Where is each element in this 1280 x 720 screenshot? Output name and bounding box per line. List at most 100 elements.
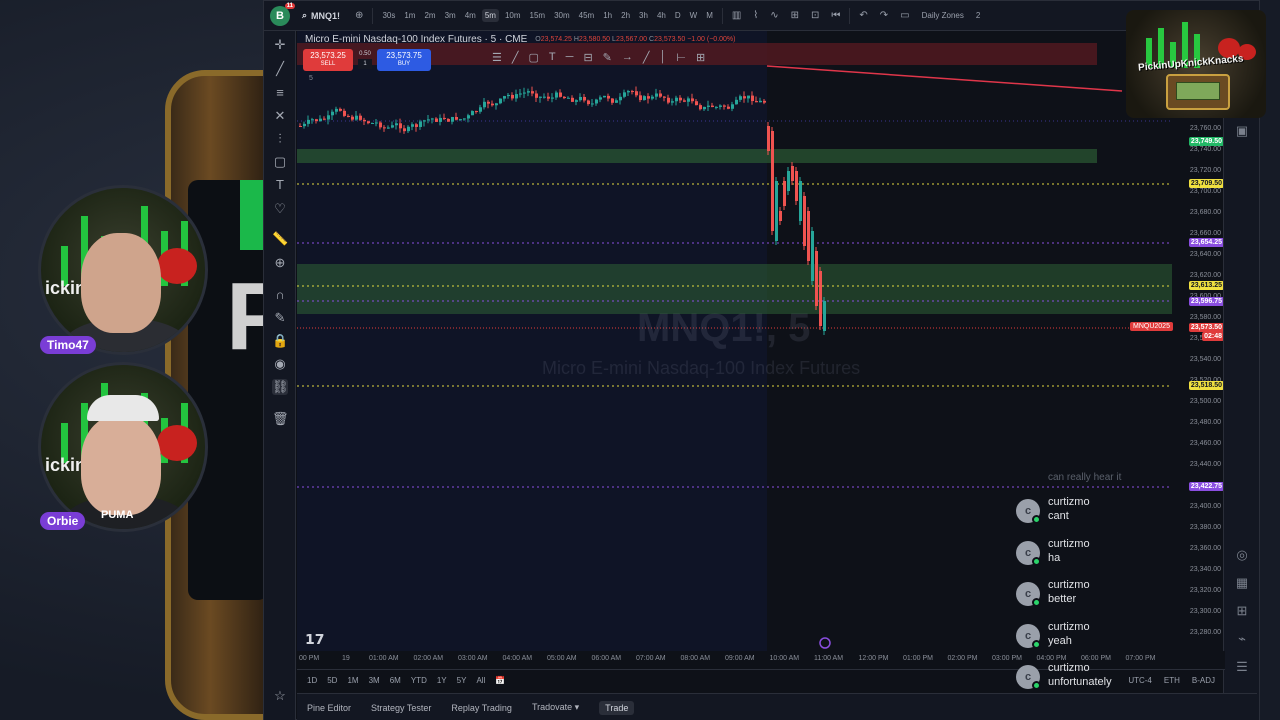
ray-icon[interactable]: →: [622, 51, 633, 64]
template-icon[interactable]: ▭: [897, 10, 912, 21]
chat-username[interactable]: curtizmo: [1048, 496, 1090, 508]
forecast-icon[interactable]: ⫶: [272, 131, 288, 147]
interval-button[interactable]: 30m: [551, 9, 573, 22]
range-button[interactable]: 3M: [369, 676, 380, 685]
watchlist-icon[interactable]: ▣: [1234, 123, 1250, 139]
layout-count-badge[interactable]: 2: [973, 9, 983, 22]
interval-button[interactable]: 5m: [481, 9, 499, 22]
range-button[interactable]: 1Y: [437, 676, 447, 685]
price-axis[interactable]: 23,760.00 23,740.00 23,720.00 23,700.00 23,6…: [1177, 31, 1225, 651]
range-button[interactable]: 1D: [307, 676, 317, 685]
vline-icon[interactable]: │: [660, 51, 667, 64]
apps-icon[interactable]: ⊞: [1234, 603, 1250, 619]
interval-button[interactable]: 3m: [442, 9, 459, 22]
chat-username[interactable]: curtizmo: [1048, 538, 1090, 550]
range-button[interactable]: 6M: [390, 676, 401, 685]
chart-legend[interactable]: Micro E-mini Nasdaq-100 Index Futures · …: [305, 34, 735, 45]
interval-button[interactable]: 4h: [654, 9, 669, 22]
interval-button[interactable]: 15m: [527, 9, 549, 22]
star-icon[interactable]: ☆: [272, 688, 288, 704]
alert-icon[interactable]: ⊡: [808, 10, 822, 21]
footer-tab[interactable]: Strategy Tester: [371, 703, 431, 713]
interval-button[interactable]: 1h: [600, 9, 615, 22]
sell-button[interactable]: 23,573.25 SELL: [303, 49, 353, 71]
interval-button[interactable]: 10m: [502, 9, 524, 22]
compare-icon[interactable]: ⌇: [750, 10, 761, 21]
goto-date-icon[interactable]: 📅: [495, 676, 505, 685]
hline-icon[interactable]: ─: [566, 51, 574, 64]
calendar-icon[interactable]: ▦: [1234, 575, 1250, 591]
target-icon[interactable]: ◎: [1234, 547, 1250, 563]
range-button[interactable]: All: [476, 676, 485, 685]
fib-icon[interactable]: ≡: [272, 85, 288, 101]
buy-button[interactable]: 23,573.75 BUY: [377, 49, 431, 71]
interval-button[interactable]: 45m: [576, 9, 598, 22]
indicators-icon[interactable]: ∿: [767, 10, 781, 21]
eye-icon[interactable]: ◉: [272, 356, 288, 372]
layout-icon[interactable]: ⊞: [788, 10, 802, 21]
text-icon[interactable]: T: [272, 177, 288, 193]
interval-button[interactable]: 3h: [636, 9, 651, 22]
footer-tab[interactable]: Trade: [599, 700, 635, 715]
candle-body: [519, 93, 522, 95]
range-button[interactable]: 5Y: [457, 676, 467, 685]
add-symbol-icon[interactable]: ⊕: [352, 10, 366, 21]
range-button[interactable]: 1M: [347, 676, 358, 685]
price-tick-label: 23,620.00: [1189, 272, 1221, 279]
news-icon[interactable]: ☰: [1234, 659, 1250, 675]
chat-avatar[interactable]: c: [1016, 665, 1041, 690]
bar-style-icon[interactable]: ▥: [729, 10, 744, 21]
footer-tab[interactable]: Tradovate ▾: [532, 702, 579, 713]
pencil-lock-icon[interactable]: ✎: [272, 310, 288, 326]
brush-icon[interactable]: ✎: [603, 51, 612, 64]
range-button[interactable]: 5D: [327, 676, 337, 685]
line-icon[interactable]: ╱: [512, 51, 519, 64]
lock-icon[interactable]: 🔒: [272, 333, 288, 349]
interval-button[interactable]: 1m: [401, 9, 418, 22]
measure-icon[interactable]: ⊢: [676, 51, 686, 64]
rect-icon[interactable]: ▢: [529, 51, 539, 64]
crosshair-icon[interactable]: ✛: [272, 37, 288, 53]
shape-icon[interactable]: ▢: [272, 154, 288, 170]
interval-button[interactable]: 30s: [379, 9, 398, 22]
interval-button[interactable]: D: [672, 9, 684, 22]
interval-button[interactable]: 2h: [618, 9, 633, 22]
chat-username[interactable]: curtizmo: [1048, 662, 1090, 674]
chat-avatar[interactable]: c: [1016, 540, 1041, 566]
interval-button[interactable]: 2m: [421, 9, 438, 22]
chat-avatar[interactable]: c: [1016, 499, 1041, 524]
channel-icon[interactable]: ⊟: [583, 51, 592, 64]
diag-icon[interactable]: ╱: [643, 51, 650, 64]
chat-avatar[interactable]: c: [1016, 623, 1041, 649]
text-tool-icon[interactable]: T: [549, 51, 556, 64]
zoom-icon[interactable]: ⊕: [272, 255, 288, 271]
symbol-search[interactable]: ⌕ MNQ1!: [296, 10, 346, 21]
favorite-icon[interactable]: ♡: [272, 201, 288, 217]
pattern-icon[interactable]: ✕: [272, 108, 288, 124]
daily-zones-button[interactable]: Daily Zones: [919, 9, 967, 22]
link-icon[interactable]: ⛓: [272, 379, 289, 395]
chart-setting-toggle[interactable]: B-ADJ: [1192, 676, 1215, 685]
ruler-icon[interactable]: 📏: [272, 231, 288, 247]
trend-line-icon[interactable]: ╱: [272, 61, 288, 77]
buy-label: BUY: [397, 61, 411, 67]
order-qty[interactable]: 1: [358, 59, 372, 69]
undo-icon[interactable]: ↶: [856, 10, 870, 21]
profile-avatar[interactable]: B 11: [270, 2, 295, 26]
signal-icon[interactable]: ⌁: [1234, 631, 1250, 647]
interval-button[interactable]: 4m: [462, 9, 479, 22]
interval-button[interactable]: W: [687, 9, 701, 22]
footer-tab[interactable]: Replay Trading: [451, 703, 512, 713]
grid-icon[interactable]: ⊞: [696, 51, 705, 64]
chat-avatar[interactable]: c: [1016, 582, 1041, 607]
footer-tab[interactable]: Pine Editor: [307, 703, 351, 713]
magnet-icon[interactable]: ∩: [272, 287, 288, 303]
replay-icon[interactable]: ⏮: [828, 10, 843, 21]
settings-icon[interactable]: ☰: [492, 51, 502, 64]
interval-button[interactable]: M: [703, 9, 716, 22]
range-button[interactable]: YTD: [411, 676, 427, 685]
chat-username[interactable]: curtizmo: [1048, 621, 1090, 633]
trash-icon[interactable]: 🗑: [272, 411, 289, 427]
redo-icon[interactable]: ↷: [877, 10, 891, 21]
chat-username[interactable]: curtizmo: [1048, 579, 1090, 591]
